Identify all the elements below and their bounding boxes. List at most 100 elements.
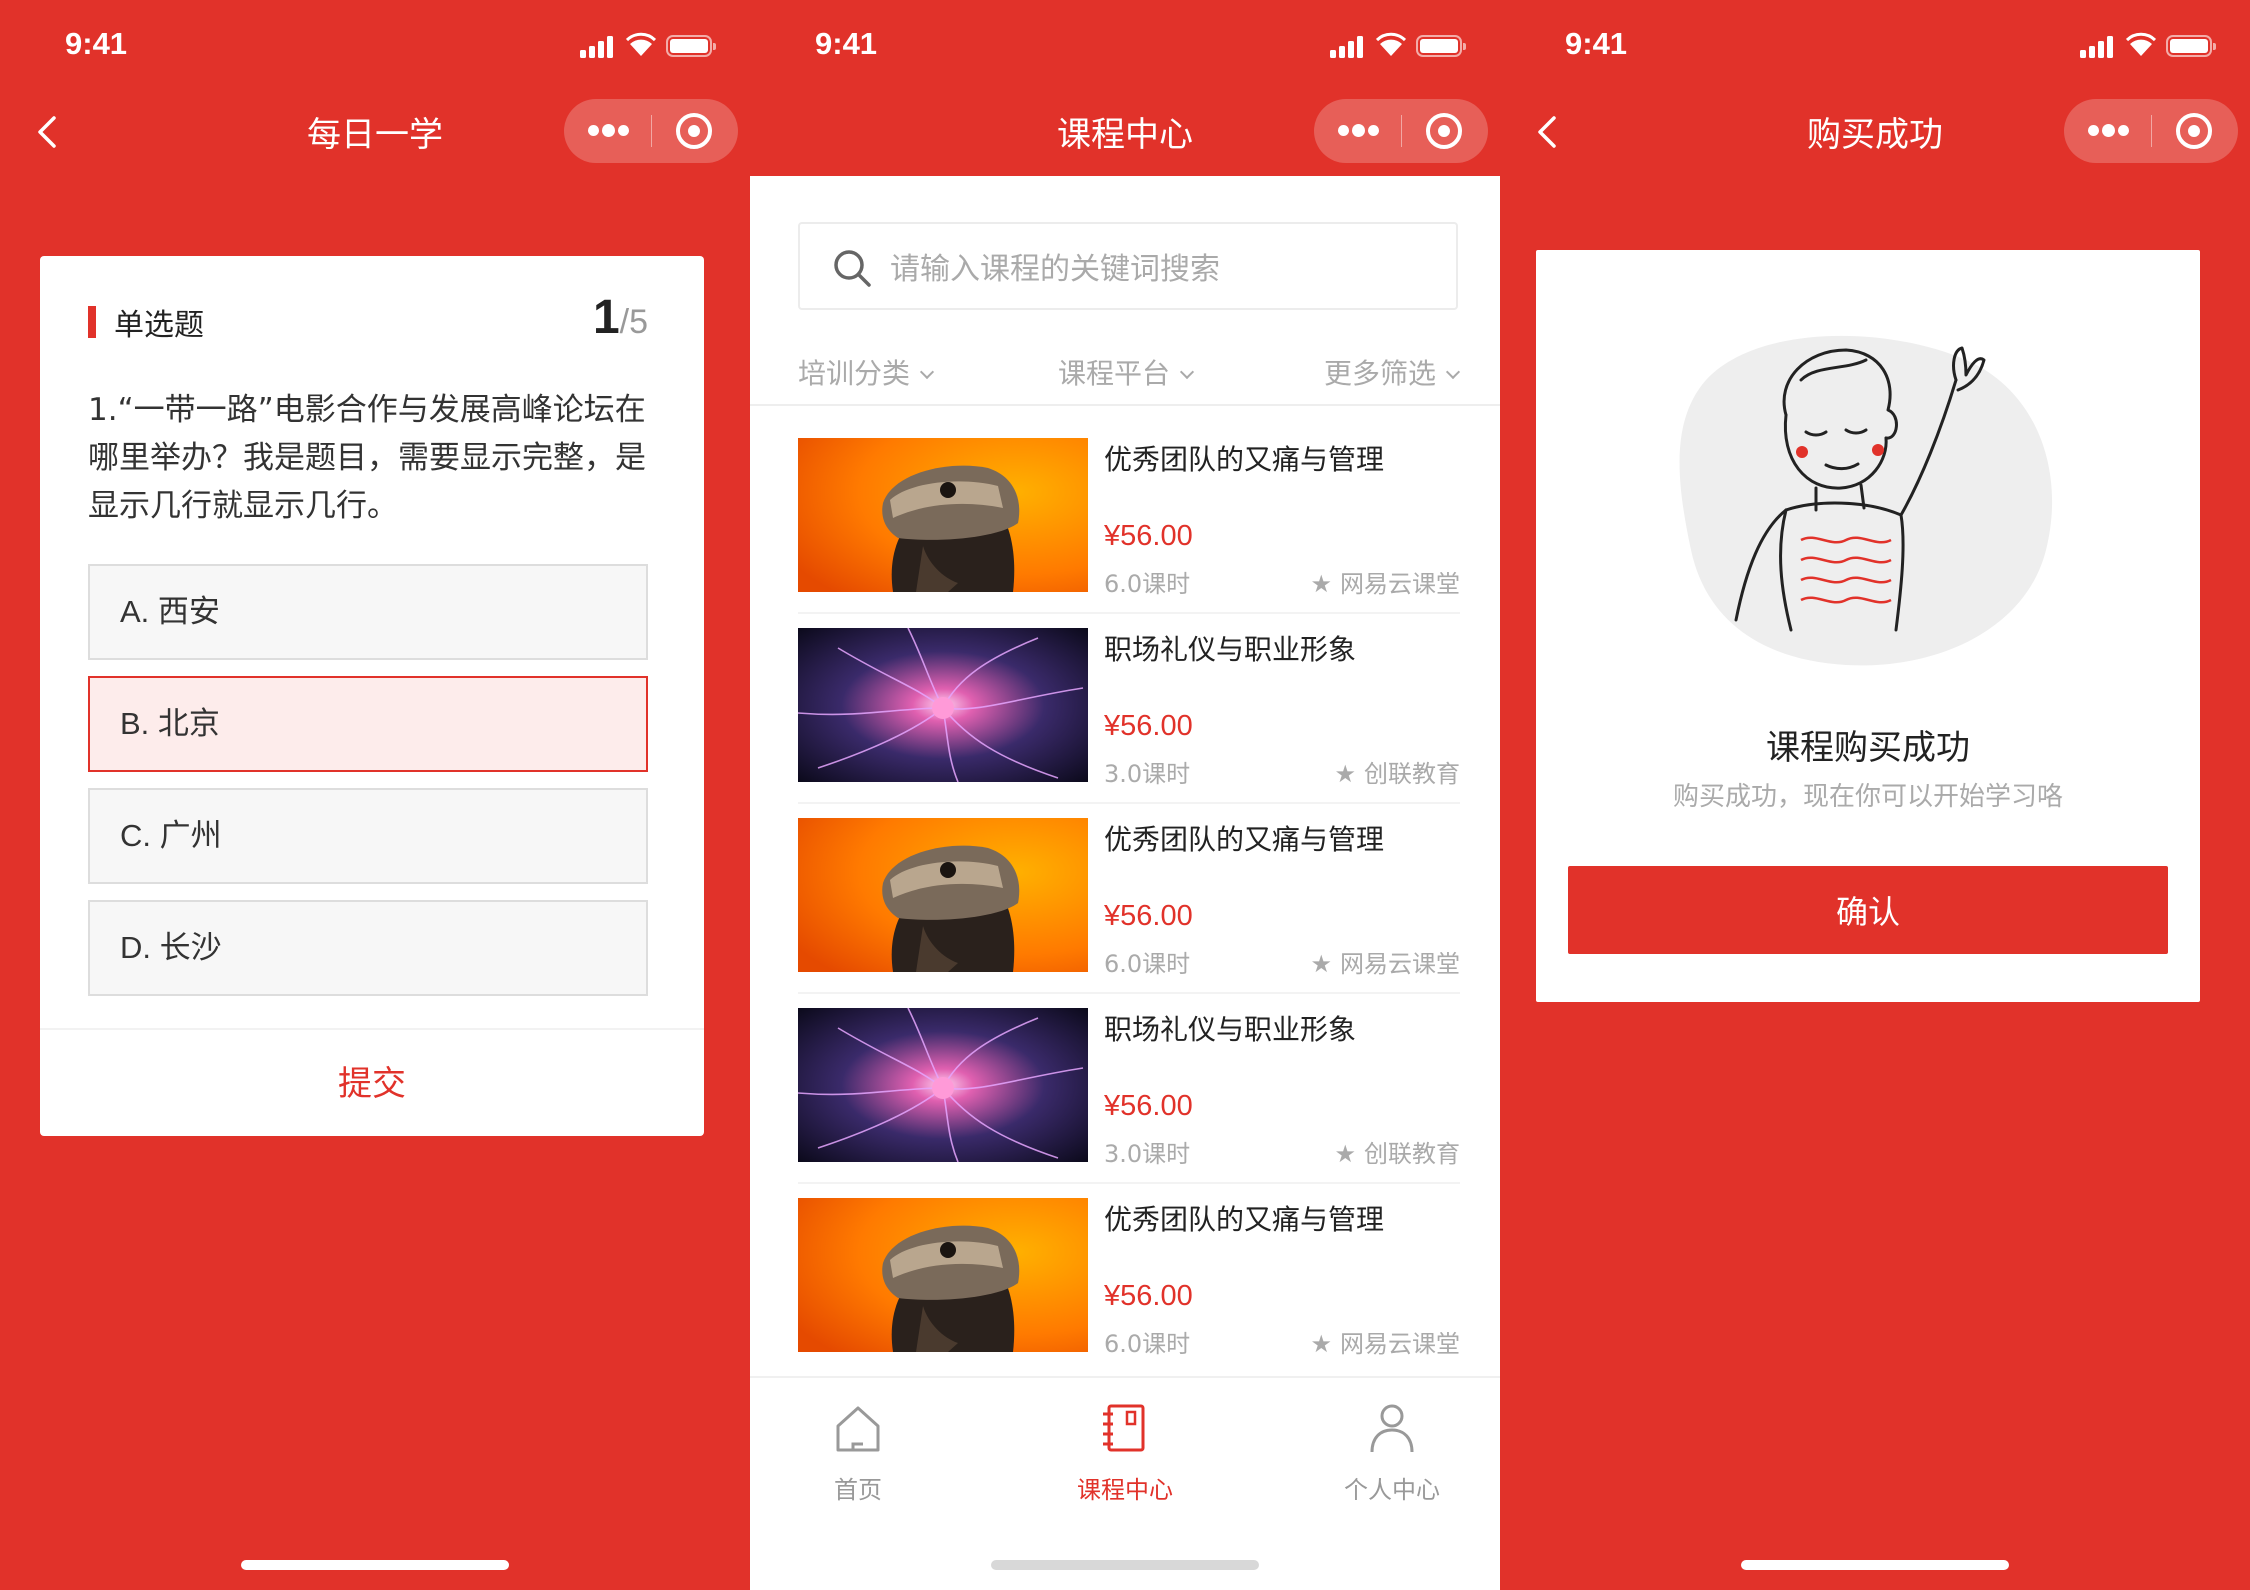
purchase-success-screen: 9:41 购买成功 课程购买成功 购买成功，现在你可以开始学习咯 确认 [1500, 0, 2250, 1590]
star-icon: ★ [1310, 570, 1332, 598]
course-price: ¥56.00 [1104, 710, 1193, 742]
capsule-divider [2151, 115, 2152, 147]
chevron-down-icon [1179, 364, 1195, 380]
filter-label: 课程平台 [1058, 357, 1171, 390]
menu-capsule [564, 99, 738, 163]
menu-capsule [1314, 99, 1488, 163]
option-a[interactable]: A. 西安 [88, 564, 648, 660]
wifi-icon [2126, 32, 2156, 56]
status-icons [2080, 32, 2220, 58]
notebook-icon [1103, 1404, 1145, 1452]
more-icon[interactable] [2088, 124, 2129, 137]
course-price: ¥56.00 [1104, 1280, 1193, 1312]
course-hours: 6.0课时 [1104, 950, 1191, 978]
search-input[interactable]: 请输入课程的关键词搜索 [798, 222, 1458, 310]
course-platform: ★ 创联教育 [1334, 754, 1460, 789]
course-name: 优秀团队的又痛与管理 [1104, 443, 1385, 476]
option-d[interactable]: D. 长沙 [88, 900, 648, 996]
success-title: 课程购买成功 [1766, 728, 1970, 768]
filter-label: 更多筛选 [1323, 357, 1436, 390]
more-icon[interactable] [1338, 124, 1379, 137]
filter-more[interactable]: 更多筛选 [1323, 352, 1461, 392]
success-subtitle: 购买成功，现在你可以开始学习咯 [1672, 782, 2063, 812]
nav-bar: 购买成功 [1500, 90, 2250, 174]
close-miniprogram-icon[interactable] [2176, 113, 2212, 149]
course-item[interactable]: 优秀团队的又痛与管理 ¥56.00 6.0课时 ★ 网易云课堂 [798, 1198, 1460, 1388]
course-thumbnail [798, 628, 1088, 782]
divider [40, 1028, 704, 1030]
course-thumbnail [798, 1198, 1088, 1352]
more-icon[interactable] [588, 124, 629, 137]
question-text: 1.“一带一路”电影合作与发展高峰论坛在哪里举办？我是题目，需要显示完整，是显示… [88, 392, 646, 524]
search-icon [834, 250, 871, 287]
close-miniprogram-icon[interactable] [1426, 113, 1462, 149]
wifi-icon [1376, 32, 1406, 56]
progress-current: 1 [592, 291, 620, 344]
quiz-card: 单选题 1/5 1.“一带一路”电影合作与发展高峰论坛在哪里举办？我是题目，需要… [40, 256, 704, 1136]
course-item[interactable]: 优秀团队的又痛与管理 ¥56.00 6.0课时 ★ 网易云课堂 [798, 438, 1460, 628]
chevron-down-icon [1445, 364, 1461, 380]
signal-icon [1330, 34, 1364, 58]
filter-category[interactable]: 培训分类 [798, 352, 935, 392]
success-illustration [1679, 335, 2053, 666]
progress-total: /5 [619, 303, 648, 341]
divider [798, 612, 1460, 614]
person-icon [1370, 1404, 1414, 1453]
course-name: 职场礼仪与职业形象 [1104, 633, 1357, 666]
course-price: ¥56.00 [1104, 1090, 1193, 1122]
course-hours: 3.0课时 [1104, 1140, 1191, 1168]
home-indicator [241, 1560, 509, 1570]
wifi-icon [626, 32, 656, 56]
platform-name: 网易云课堂 [1340, 950, 1460, 978]
option-c[interactable]: C. 广州 [88, 788, 648, 884]
divider [798, 802, 1460, 804]
filter-bar: 培训分类 课程平台 更多筛选 [798, 352, 1461, 392]
close-miniprogram-icon[interactable] [676, 113, 712, 149]
course-platform: ★ 网易云课堂 [1310, 1324, 1460, 1359]
filter-label: 培训分类 [798, 357, 911, 390]
status-time: 9:41 [815, 26, 878, 61]
divider [798, 1182, 1460, 1184]
platform-name: 网易云课堂 [1340, 1330, 1460, 1358]
course-hours: 6.0课时 [1104, 570, 1191, 598]
battery-icon [666, 35, 716, 57]
course-hours: 6.0课时 [1104, 1330, 1191, 1358]
status-icons [1330, 32, 1470, 58]
star-icon: ★ [1310, 950, 1332, 978]
course-item[interactable]: 职场礼仪与职业形象 ¥56.00 3.0课时 ★ 创联教育 [798, 628, 1460, 818]
course-hours: 3.0课时 [1104, 760, 1191, 788]
status-time: 9:41 [1565, 26, 1628, 61]
course-item[interactable]: 职场礼仪与职业形象 ¥56.00 3.0课时 ★ 创联教育 [798, 1008, 1460, 1198]
quiz-screen: 9:41 每日一学 单选题 1/5 1.“一带一路”电影合作与发展高峰论坛在哪里… [0, 0, 750, 1590]
tab-home[interactable]: 首页 [778, 1400, 938, 1505]
success-card: 课程购买成功 购买成功，现在你可以开始学习咯 确认 [1536, 250, 2200, 1002]
platform-name: 网易云课堂 [1340, 570, 1460, 598]
status-bar: 9:41 [0, 0, 750, 90]
tab-profile[interactable]: 个人中心 [1312, 1400, 1472, 1505]
confirm-button[interactable]: 确认 [1568, 866, 2168, 954]
course-thumbnail [798, 818, 1088, 972]
search-placeholder: 请输入课程的关键词搜索 [890, 252, 1220, 287]
course-price: ¥56.00 [1104, 520, 1193, 552]
course-item[interactable]: 优秀团队的又痛与管理 ¥56.00 6.0课时 ★ 网易云课堂 [798, 818, 1460, 1008]
question-progress: 1/5 [593, 290, 648, 345]
platform-name: 创联教育 [1364, 760, 1460, 788]
course-name: 优秀团队的又痛与管理 [1104, 1203, 1385, 1236]
course-center-screen: 9:41 课程中心 请输入课程的关键词搜索 培训分类 课程平台 更多筛选 优秀团… [750, 0, 1500, 1590]
battery-icon [1416, 35, 1466, 57]
battery-icon [2166, 35, 2216, 57]
home-indicator [1741, 1560, 2009, 1570]
question-type: 单选题 [88, 300, 204, 344]
option-b[interactable]: B. 北京 [88, 676, 648, 772]
signal-icon [580, 34, 614, 58]
tab-label: 个人中心 [1344, 1476, 1440, 1504]
tab-course-center[interactable]: 课程中心 [1045, 1400, 1205, 1505]
divider [798, 992, 1460, 994]
course-price: ¥56.00 [1104, 900, 1193, 932]
chevron-down-icon [919, 364, 935, 380]
course-thumbnail [798, 438, 1088, 592]
submit-button[interactable]: 提交 [40, 1056, 704, 1105]
filter-platform[interactable]: 课程平台 [1058, 352, 1195, 392]
course-platform: ★ 网易云课堂 [1310, 564, 1460, 599]
nav-bar: 课程中心 [750, 90, 1500, 174]
